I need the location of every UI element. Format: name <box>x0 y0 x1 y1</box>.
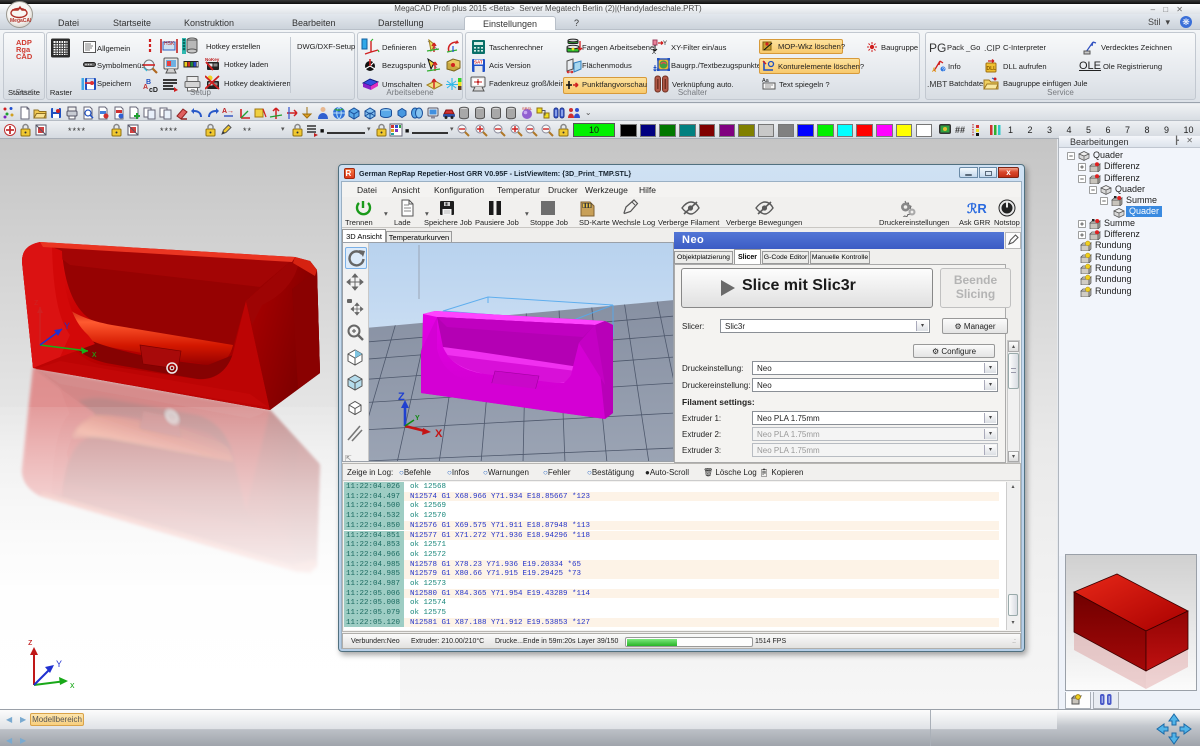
svg-text:x: x <box>92 349 97 359</box>
svg-text:Y: Y <box>415 415 420 422</box>
svg-text:HSK: HSK <box>164 41 175 47</box>
svg-text:DLL: DLL <box>987 66 997 72</box>
svg-text:X: X <box>435 428 443 440</box>
svg-text:z: z <box>34 297 39 307</box>
svg-text:x: x <box>70 680 75 690</box>
svg-text:⇱: ⇱ <box>345 454 352 462</box>
svg-text:Y: Y <box>56 659 62 669</box>
svg-text:A→: A→ <box>222 108 234 115</box>
svg-text:SPSL: SPSL <box>522 106 533 111</box>
svg-text:MegaCAD: MegaCAD <box>10 18 31 24</box>
svg-text:CAD: CAD <box>16 52 33 61</box>
svg-text:SAT: SAT <box>474 60 483 65</box>
svg-text:X: X <box>652 50 656 54</box>
svg-text:z: z <box>28 637 33 647</box>
svg-text:A: A <box>932 68 937 73</box>
svg-text:Z: Z <box>398 391 405 403</box>
svg-text:NoKey: NoKey <box>205 57 220 62</box>
svg-text:?: ? <box>942 67 945 73</box>
svg-text:Y: Y <box>64 321 70 331</box>
svg-text:ℛR: ℛR <box>967 201 987 216</box>
svg-text:Y: Y <box>663 41 667 47</box>
